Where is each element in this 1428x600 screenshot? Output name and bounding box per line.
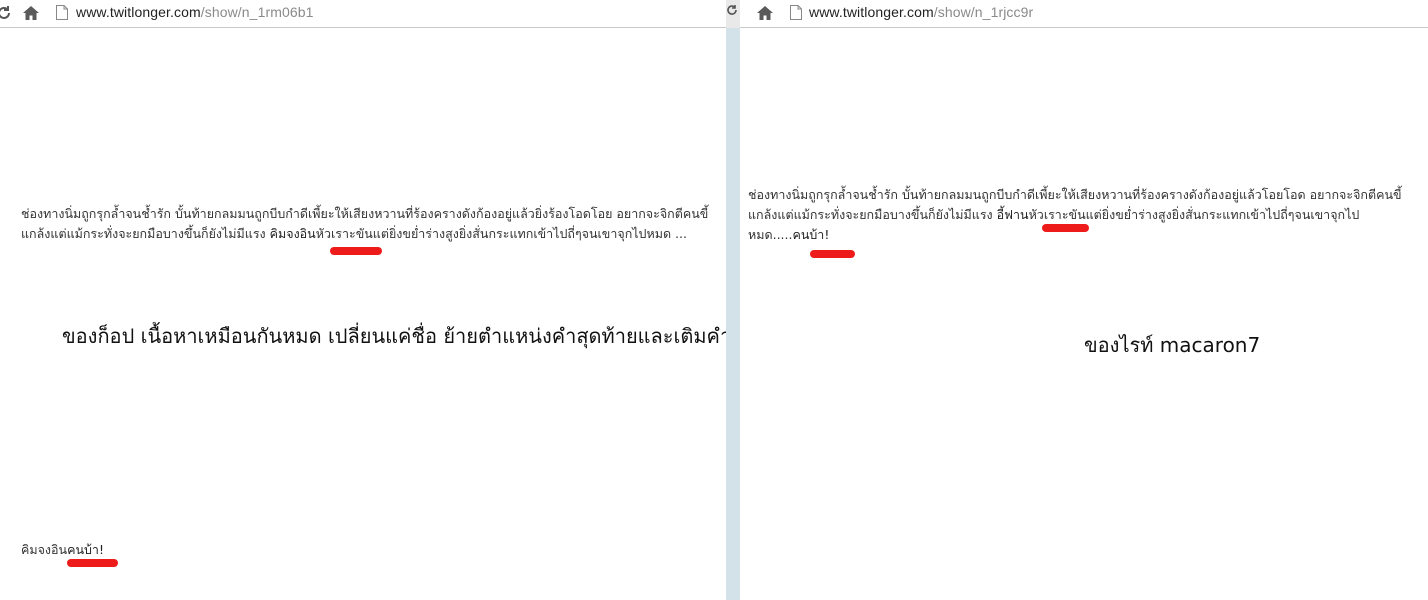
- left-browser-pane: www.twitlonger.com/show/n_1rm06b1 ช่องทา…: [0, 0, 726, 600]
- footer-highlight: คนบ้า!: [67, 542, 104, 557]
- divider-header: [726, 0, 740, 28]
- left-footer-line: คิมจงอินคนบ้า!: [21, 540, 104, 560]
- page-icon: [56, 5, 68, 20]
- home-icon[interactable]: [19, 2, 43, 24]
- right-caption: ของไรท์ macaron7: [1084, 333, 1261, 357]
- left-caption: ของก็อป เนื้อหาเหมือนกันหมด เปลี่ยนแค่ชื…: [62, 324, 726, 348]
- red-underline-mark: [330, 247, 382, 255]
- url-path: /show/n_1rm06b1: [200, 4, 314, 20]
- url-path: /show/n_1rjcc9r: [933, 4, 1034, 20]
- footer-prefix: คิมจงอิน: [21, 542, 68, 557]
- highlighted-name: อี้ฟาน: [996, 207, 1029, 222]
- red-underline-mark: [1042, 224, 1089, 232]
- right-address-bar: www.twitlonger.com/show/n_1rjcc9r: [740, 0, 1428, 28]
- home-icon[interactable]: [753, 2, 777, 24]
- page-icon: [790, 5, 802, 20]
- left-url-text[interactable]: www.twitlonger.com/show/n_1rm06b1: [76, 4, 314, 20]
- right-url-text[interactable]: www.twitlonger.com/show/n_1rjcc9r: [809, 4, 1033, 20]
- pane-divider: [726, 28, 740, 600]
- url-domain: www.twitlonger.com: [809, 4, 934, 20]
- highlighted-name: คิมจงอิน: [269, 226, 316, 241]
- left-address-bar: www.twitlonger.com/show/n_1rm06b1: [0, 0, 726, 28]
- right-story-paragraph: ช่องทางนิ่มถูกรุกล้ำจนช้ำรัก บั้นท้ายกลม…: [748, 185, 1418, 245]
- left-story-paragraph: ช่องทางนิ่มถูกรุกล้ำจนช้ำรัก บั้นท้ายกลม…: [21, 204, 711, 244]
- right-browser-pane: www.twitlonger.com/show/n_1rjcc9r ช่องทา…: [740, 0, 1428, 600]
- paragraph-text-end: หัวเราะขันแต่ยิ่งขย่ำร่างสูงยิ่งสั่นกระแ…: [315, 226, 687, 241]
- url-domain: www.twitlonger.com: [76, 4, 201, 20]
- reload-icon[interactable]: [0, 2, 16, 24]
- red-underline-mark: [810, 250, 855, 258]
- paragraph-end-highlight: คนบ้า!: [792, 227, 830, 242]
- red-underline-mark: [67, 559, 118, 567]
